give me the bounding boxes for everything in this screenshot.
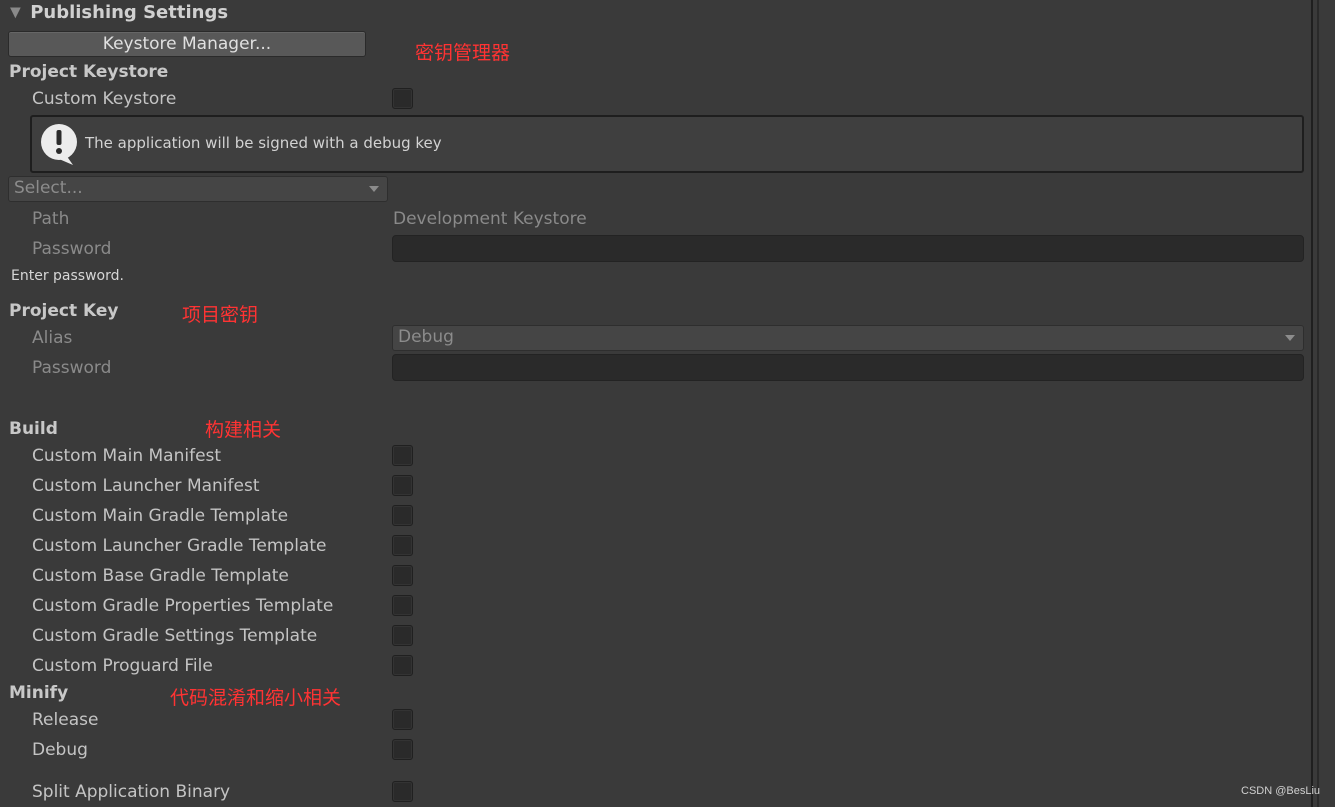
build-item-custom-main-manifest: Custom Main Manifest xyxy=(32,446,222,466)
debug-key-info-box: The application will be signed with a de… xyxy=(30,115,1304,173)
keystore-password-label: Password xyxy=(32,239,112,259)
split-application-binary-checkbox[interactable] xyxy=(392,781,413,802)
scrollbar-edge xyxy=(1311,0,1313,807)
keystore-path-label: Path xyxy=(32,209,70,229)
custom-launcher-gradle-template-checkbox[interactable] xyxy=(392,535,413,556)
custom-gradle-settings-template-checkbox[interactable] xyxy=(392,625,413,646)
exclamation-icon xyxy=(39,123,79,165)
custom-main-gradle-template-checkbox[interactable] xyxy=(392,505,413,526)
annotation-build: 构建相关 xyxy=(205,419,282,441)
keystore-manager-button[interactable]: Keystore Manager... xyxy=(8,31,366,57)
build-item-custom-base-gradle-template: Custom Base Gradle Template xyxy=(32,566,289,586)
key-password-field[interactable] xyxy=(392,354,1304,381)
debug-key-info-message: The application will be signed with a de… xyxy=(85,134,442,152)
key-password-label: Password xyxy=(32,358,112,378)
foldout-title: Publishing Settings xyxy=(30,2,229,23)
custom-main-manifest-checkbox[interactable] xyxy=(392,445,413,466)
custom-keystore-label: Custom Keystore xyxy=(32,89,177,109)
keystore-password-field[interactable] xyxy=(392,235,1304,262)
build-item-custom-launcher-manifest: Custom Launcher Manifest xyxy=(32,476,260,496)
annotation-keystore-manager: 密钥管理器 xyxy=(415,42,511,64)
alias-value: Debug xyxy=(398,327,454,347)
foldout-arrow-icon: ▼ xyxy=(10,4,21,21)
custom-keystore-checkbox[interactable] xyxy=(392,88,413,109)
custom-proguard-file-checkbox[interactable] xyxy=(392,655,413,676)
annotation-project-key: 项目密钥 xyxy=(182,304,259,326)
chevron-down-icon xyxy=(1285,335,1295,341)
annotation-minify: 代码混淆和缩小相关 xyxy=(170,687,342,709)
build-item-custom-gradle-settings-template: Custom Gradle Settings Template xyxy=(32,626,318,646)
alias-dropdown[interactable]: Debug xyxy=(392,325,1304,351)
minify-release-checkbox[interactable] xyxy=(392,709,413,730)
build-item-custom-launcher-gradle-template: Custom Launcher Gradle Template xyxy=(32,536,327,556)
scrollbar-track xyxy=(1317,0,1319,807)
chevron-down-icon xyxy=(369,186,379,192)
build-item-custom-gradle-properties-template: Custom Gradle Properties Template xyxy=(32,596,334,616)
build-item-custom-proguard-file: Custom Proguard File xyxy=(32,656,213,676)
keystore-manager-button-label: Keystore Manager... xyxy=(102,34,272,54)
inspector-scrollbar[interactable] xyxy=(1310,0,1335,807)
custom-gradle-properties-template-checkbox[interactable] xyxy=(392,595,413,616)
minify-debug-checkbox[interactable] xyxy=(392,739,413,760)
keystore-path-value: Development Keystore xyxy=(393,209,587,229)
build-heading: Build xyxy=(9,419,58,439)
build-item-custom-main-gradle-template: Custom Main Gradle Template xyxy=(32,506,289,526)
publishing-settings-foldout[interactable]: ▼ Publishing Settings xyxy=(10,2,228,24)
watermark: CSDN @BesLiu xyxy=(1241,785,1321,797)
alias-label: Alias xyxy=(32,328,73,348)
keystore-select-dropdown[interactable]: Select... xyxy=(8,176,388,202)
minify-item-release: Release xyxy=(32,710,99,730)
minify-heading: Minify xyxy=(9,683,69,703)
project-key-heading: Project Key xyxy=(9,301,119,321)
custom-base-gradle-template-checkbox[interactable] xyxy=(392,565,413,586)
project-keystore-heading: Project Keystore xyxy=(9,62,169,82)
custom-launcher-manifest-checkbox[interactable] xyxy=(392,475,413,496)
keystore-select-value: Select... xyxy=(14,178,83,198)
enter-password-hint: Enter password. xyxy=(11,268,124,284)
minify-item-debug: Debug xyxy=(32,740,88,760)
split-application-binary-label: Split Application Binary xyxy=(32,782,231,802)
